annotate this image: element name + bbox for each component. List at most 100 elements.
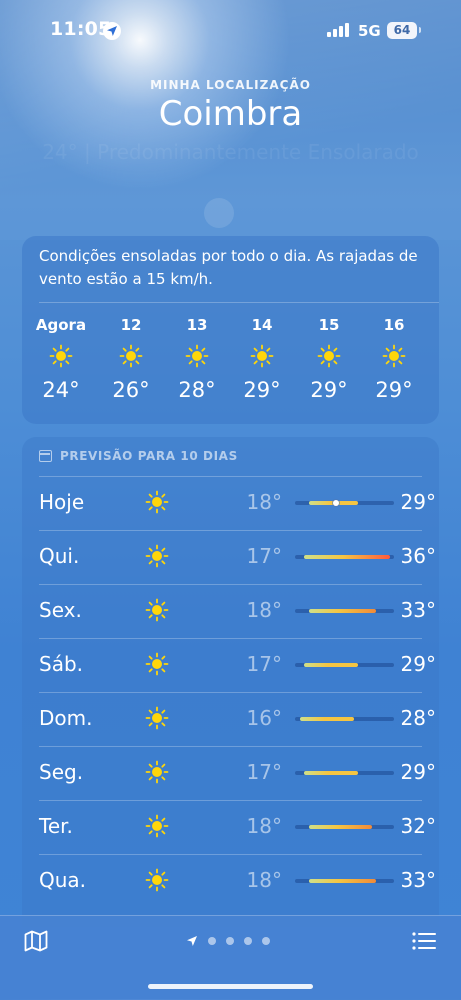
low-temperature: 18° — [246, 868, 282, 892]
high-temperature: 33° — [400, 868, 436, 892]
low-temperature: 18° — [246, 490, 282, 514]
high-temperature: 29° — [400, 490, 436, 514]
divider — [39, 638, 422, 639]
home-indicator[interactable] — [148, 984, 313, 989]
divider — [39, 800, 422, 801]
hour-temperature: 29° — [310, 378, 348, 402]
hour-column: Agora 24° — [29, 316, 93, 402]
temperature-range-track — [295, 771, 394, 775]
hourly-summary: Condições ensoladas por todo o dia. As r… — [39, 247, 418, 288]
battery-cap — [419, 27, 421, 33]
sun-icon — [317, 344, 341, 368]
hour-column: 15 29° — [297, 316, 361, 402]
temperature-range-bar — [308, 609, 376, 613]
page-indicator[interactable] — [186, 935, 276, 947]
sun-icon — [250, 344, 274, 368]
hourly-forecast-card[interactable]: Condições ensoladas por todo o dia. As r… — [22, 236, 439, 424]
temperature-range-track — [295, 717, 394, 721]
divider — [39, 692, 422, 693]
day-name: Seg. — [39, 760, 84, 784]
calendar-icon — [39, 450, 52, 462]
city-name: Coimbra — [158, 94, 303, 134]
forecast-day-row[interactable]: Qui. 17° 36° — [39, 530, 436, 584]
temperature-range-track — [295, 663, 394, 667]
forecast-day-row[interactable]: Seg. 17° 29° — [39, 746, 436, 800]
day-name: Qui. — [39, 544, 80, 568]
hour-temperature: 26° — [112, 378, 150, 402]
high-temperature: 29° — [400, 760, 436, 784]
hour-temperature: 28° — [178, 378, 216, 402]
hour-column: 16 29° — [362, 316, 426, 402]
list-icon[interactable] — [412, 932, 436, 950]
day-name: Sex. — [39, 598, 82, 622]
day-name: Qua. — [39, 868, 87, 892]
ten-day-forecast-card[interactable]: PREVISÃO PARA 10 DIAS Hoje 18° 29° Qui. 17° 3… — [22, 437, 439, 927]
page-dot[interactable] — [244, 937, 252, 945]
current-temperature-dot — [332, 500, 339, 506]
divider — [39, 584, 422, 585]
sun-icon — [119, 344, 143, 368]
high-temperature: 33° — [400, 598, 436, 622]
divider — [39, 530, 422, 531]
sun-icon — [145, 868, 169, 892]
hour-label: 12 — [120, 316, 142, 334]
sun-icon — [145, 544, 169, 568]
forecast-day-row[interactable]: Ter. 18° 32° — [39, 800, 436, 854]
cellular-signal-icon — [327, 23, 351, 37]
hour-label: Agora — [35, 316, 87, 334]
forecast-day-row[interactable]: Dom. 16° 28° — [39, 692, 436, 746]
sun-icon — [145, 652, 169, 676]
hour-temperature: 29° — [243, 378, 281, 402]
temperature-range-bar — [308, 825, 372, 829]
hour-label: 13 — [186, 316, 208, 334]
sun-icon — [382, 344, 406, 368]
battery-icon: 64 — [387, 22, 417, 39]
lens-flare — [204, 198, 234, 228]
temperature-range-track — [295, 879, 394, 883]
temperature-range-track — [295, 825, 394, 829]
temperature-range-track — [295, 500, 394, 506]
forecast-day-row[interactable]: Hoje 18° 29° — [39, 476, 436, 530]
day-name: Ter. — [39, 814, 73, 838]
sun-icon — [145, 760, 169, 784]
page-dot[interactable] — [226, 937, 234, 945]
low-temperature: 18° — [246, 598, 282, 622]
battery-level: 64 — [393, 23, 411, 37]
divider — [39, 854, 422, 855]
sun-icon — [145, 814, 169, 838]
hour-temperature: 29° — [375, 378, 413, 402]
divider — [39, 302, 439, 303]
sun-icon — [49, 344, 73, 368]
hour-label: 14 — [251, 316, 273, 334]
temperature-range-track — [295, 555, 394, 559]
forecast-day-row[interactable]: Sáb. 17° 29° — [39, 638, 436, 692]
map-icon[interactable] — [24, 930, 48, 952]
hour-column: 12 26° — [99, 316, 163, 402]
sun-icon — [185, 344, 209, 368]
day-name: Hoje — [39, 490, 85, 514]
current-condition: 24° | Predominantemente Ensolarado — [42, 140, 419, 164]
day-name: Sáb. — [39, 652, 84, 676]
status-bar: 11:05 5G 64 — [0, 0, 461, 62]
location-arrow-icon — [103, 22, 121, 40]
day-name: Dom. — [39, 706, 93, 730]
hour-temperature: 24° — [42, 378, 80, 402]
high-temperature: 28° — [400, 706, 436, 730]
forecast-day-row[interactable]: Qua. 18° 33° — [39, 854, 436, 908]
page-dot[interactable] — [208, 937, 216, 945]
low-temperature: 18° — [246, 814, 282, 838]
divider — [39, 746, 422, 747]
forecast-day-row[interactable]: Sex. 18° 33° — [39, 584, 436, 638]
high-temperature: 29° — [400, 652, 436, 676]
sun-icon — [145, 598, 169, 622]
sun-icon — [145, 490, 169, 514]
low-temperature: 17° — [246, 652, 282, 676]
hour-label: 16 — [383, 316, 405, 334]
low-temperature: 16° — [246, 706, 282, 730]
hour-label: 15 — [318, 316, 340, 334]
page-dot[interactable] — [262, 937, 270, 945]
forecast-title: PREVISÃO PARA 10 DIAS — [60, 449, 238, 463]
network-type: 5G — [358, 22, 381, 40]
hour-column: 14 29° — [230, 316, 294, 402]
hour-column: 13 28° — [165, 316, 229, 402]
